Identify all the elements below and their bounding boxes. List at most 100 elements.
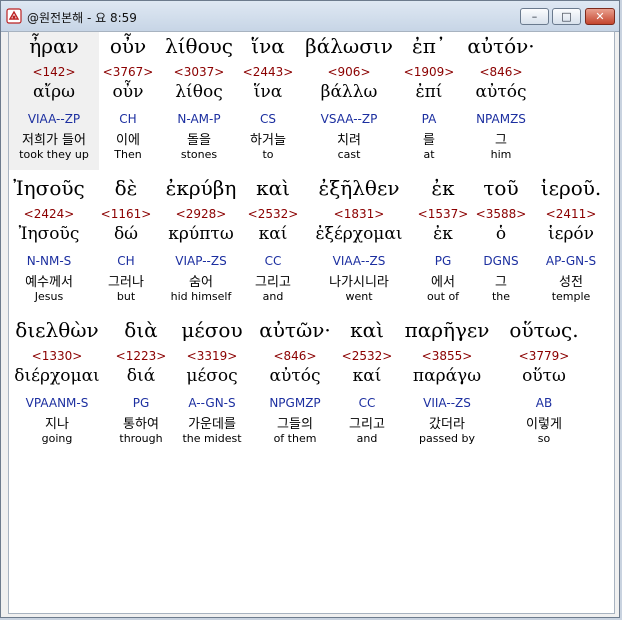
korean-gloss: 예수께서 (25, 275, 73, 290)
lexical-form: μέσος (186, 366, 238, 386)
korean-gloss: 가운데를 (188, 417, 236, 432)
maximize-button[interactable]: □ (552, 8, 581, 25)
word-block[interactable]: ἐπ᾽ <1909> ἐπί PA 를 at (399, 32, 459, 170)
korean-gloss: 그들의 (277, 417, 313, 432)
greek-word: ἐκρύβη (165, 176, 237, 200)
lexical-form: καί (352, 366, 382, 386)
lexical-form: διά (126, 366, 156, 386)
title-bar[interactable]: @원전본해 - 요 8:59 – □ ✕ (1, 1, 619, 32)
korean-gloss: 저희가 들어 (22, 133, 86, 148)
parsing-code: A--GN-S (188, 396, 236, 410)
english-gloss: passed by (419, 432, 475, 445)
parsing-code: CS (260, 112, 276, 126)
english-gloss: Jesus (34, 290, 64, 303)
word-block[interactable]: ἵνα <2443> ἵνα CS 하거늘 to (237, 32, 299, 170)
strong-number: <2532> (341, 349, 393, 363)
word-block[interactable]: διελθὼν <1330> διέρχομαι VPAANM-S 지나 goi… (9, 316, 105, 454)
close-button[interactable]: ✕ (585, 8, 615, 25)
parsing-code: CH (117, 254, 135, 268)
word-block[interactable]: διὰ <1223> διά PG 통하여 through (107, 316, 175, 454)
greek-word: βάλωσιν (305, 34, 393, 58)
greek-word: διελθὼν (15, 318, 99, 342)
greek-word: διὰ (124, 318, 158, 342)
english-gloss: and (356, 432, 378, 445)
strong-number: <1223> (115, 349, 167, 363)
lexical-form: καί (258, 224, 288, 244)
strong-number: <846> (273, 349, 317, 363)
korean-gloss: 치려 (337, 133, 361, 148)
word-block[interactable]: λίθους <3037> λίθος N-AM-P 돌을 stones (159, 32, 239, 170)
word-block[interactable]: παρῆγεν <3855> παράγω VIIA--ZS 갔더라 passe… (401, 316, 493, 454)
strong-number: <3319> (186, 349, 238, 363)
word-block[interactable]: αὐτόν· <846> αὐτός NPAMZS 그 him (459, 32, 543, 170)
korean-gloss: 에서 (431, 275, 455, 290)
strong-number: <2443> (242, 65, 294, 79)
strong-number: <1831> (333, 207, 385, 221)
word-block[interactable]: ἱεροῦ. <2411> ἱερόν AP-GN-S 성전 temple (531, 174, 611, 312)
english-gloss: took they up (19, 148, 89, 161)
word-block[interactable]: αὐτῶν· <846> αὐτός NPGMZP 그들의 of them (253, 316, 337, 454)
word-block[interactable]: δὲ <1161> δώ CH 그러나 but (93, 174, 159, 312)
korean-gloss: 를 (423, 133, 435, 148)
lexical-form: ὁ (495, 224, 507, 244)
english-gloss: temple (551, 290, 591, 303)
english-gloss: out of (426, 290, 460, 303)
parsing-code: VPAANM-S (25, 396, 89, 410)
app-window: @원전본해 - 요 8:59 – □ ✕ ἦραν <142> αἴρω VIA… (0, 0, 620, 618)
lexical-form: αὐτός (475, 82, 527, 102)
english-gloss: the (491, 290, 511, 303)
parsing-code: CC (264, 254, 282, 268)
english-gloss: cast (337, 148, 361, 161)
english-gloss: at (423, 148, 435, 161)
greek-word: μέσου (181, 318, 243, 342)
interlinear-view[interactable]: ἦραν <142> αἴρω VIAA--ZP 저희가 들어 took the… (8, 31, 615, 614)
lexical-form: λίθος (175, 82, 223, 102)
word-block[interactable]: οὕτως. <3779> οὕτω AB 이렇게 so (501, 316, 587, 454)
parsing-code: VIAA--ZS (332, 254, 386, 268)
word-block[interactable]: ἐκ <1537> ἐκ PG 에서 out of (413, 174, 473, 312)
word-block[interactable]: ἦραν <142> αἴρω VIAA--ZP 저희가 들어 took the… (9, 32, 99, 170)
korean-gloss: 숨어 (189, 275, 213, 290)
word-block[interactable]: καὶ <2532> καί CC 그리고 and (241, 174, 305, 312)
korean-gloss: 이렇게 (526, 417, 562, 432)
greek-word: τοῦ (483, 176, 519, 200)
parsing-code: N-NM-S (26, 254, 72, 268)
word-block[interactable]: Ἰησοῦς <2424> Ἰησοῦς N-NM-S 예수께서 Jesus (9, 174, 89, 312)
lexical-form: αὐτός (269, 366, 321, 386)
lexical-form: δώ (113, 224, 139, 244)
parsing-code: N-AM-P (177, 112, 221, 126)
lexical-form: διέρχομαι (14, 366, 100, 386)
word-block[interactable]: ἐκρύβη <2928> κρύπτω VIAP--ZS 숨어 hid him… (161, 174, 241, 312)
korean-gloss: 돌을 (187, 133, 211, 148)
strong-number: <3588> (475, 207, 527, 221)
lexical-form: ἐκ (433, 224, 453, 244)
greek-word: ἐκ (431, 176, 455, 200)
lexical-form: αἴρω (32, 82, 75, 102)
parsing-code: VSAA--ZP (320, 112, 378, 126)
app-icon[interactable] (6, 8, 22, 24)
greek-word: λίθους (165, 34, 233, 58)
greek-word: ἦραν (29, 34, 79, 58)
strong-number: <1537> (417, 207, 469, 221)
strong-number: <2532> (247, 207, 299, 221)
word-block[interactable]: βάλωσιν <906> βάλλω VSAA--ZP 치려 cast (299, 32, 399, 170)
greek-word: ἐπ᾽ (412, 34, 446, 58)
word-block[interactable]: ἐξῆλθεν <1831> ἐξέρχομαι VIAA--ZS 나가시니라 … (305, 174, 413, 312)
minimize-icon: – (531, 10, 538, 23)
strong-number: <2424> (23, 207, 75, 221)
strong-number: <3779> (518, 349, 570, 363)
parsing-code: NPAMZS (476, 112, 526, 126)
korean-gloss: 나가시니라 (329, 275, 389, 290)
lexical-form: παράγω (412, 366, 482, 386)
english-gloss: and (262, 290, 284, 303)
maximize-icon: □ (561, 10, 572, 23)
word-block[interactable]: καὶ <2532> καί CC 그리고 and (339, 316, 395, 454)
word-block[interactable]: μέσου <3319> μέσος A--GN-S 가운데를 the mide… (175, 316, 249, 454)
minimize-button[interactable]: – (520, 8, 549, 25)
word-block[interactable]: οὖν <3767> οὖν CH 이에 Then (97, 32, 159, 170)
parsing-code: CC (358, 396, 376, 410)
lexical-form: Ἰησοῦς (18, 224, 80, 244)
strong-number: <2411> (545, 207, 597, 221)
word-block[interactable]: τοῦ <3588> ὁ DGNS 그 the (473, 174, 529, 312)
korean-gloss: 하거늘 (250, 133, 286, 148)
